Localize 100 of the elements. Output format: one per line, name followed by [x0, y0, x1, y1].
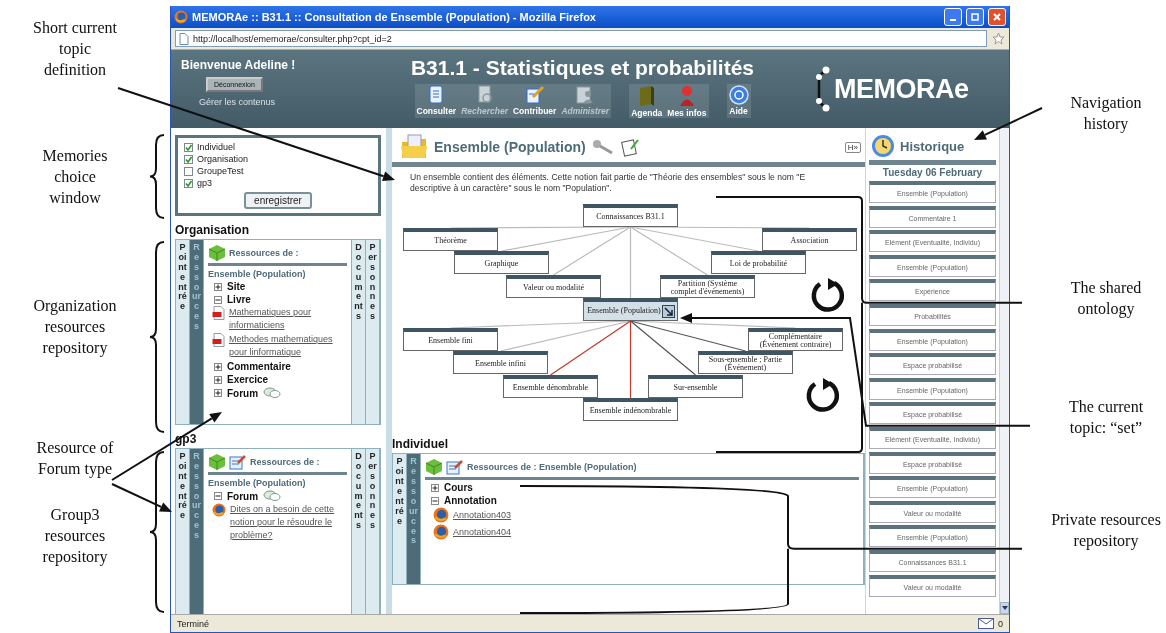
vertical-tab[interactable]: Point entrée [393, 454, 407, 585]
repository-title: Individuel [392, 437, 449, 452]
resource-link[interactable]: Annotation404 [453, 525, 512, 539]
mail-icon [978, 618, 994, 629]
checkbox[interactable] [184, 178, 193, 188]
concept-node[interactable]: Graphique [454, 251, 549, 275]
resource-link[interactable]: Annotation403 [453, 508, 512, 522]
tree-label[interactable]: Cours [444, 482, 473, 494]
resource-link[interactable]: Dites on a besoin de cette notion pour le résoudre le problème? [230, 503, 347, 543]
manage-link[interactable]: Gérer les contenus [199, 97, 276, 107]
cube-icon [208, 453, 226, 471]
tree-label[interactable]: Forum [227, 387, 259, 399]
vertical-tab[interactable]: Documents [352, 240, 366, 424]
resource-link[interactable]: Mathematiques pour informaticiens [229, 306, 347, 333]
annotation-label: Memories choice window [41, 146, 109, 208]
toolbar-button[interactable]: Agenda [630, 85, 664, 118]
expand-toggle[interactable] [214, 492, 222, 500]
history-date: Tuesday 06 February [881, 166, 984, 180]
scrollbar[interactable] [999, 128, 1009, 614]
vertical-tab[interactable]: Personnes [366, 449, 380, 614]
concept-node[interactable]: Ensemble dénombrable [503, 375, 598, 399]
concept-node[interactable]: Sous-ensemble ; Partie (Événement) [698, 351, 793, 375]
checkbox[interactable] [184, 166, 193, 176]
toolbar-button[interactable]: Contribuer [511, 85, 558, 118]
tree-label[interactable]: Commentaire [227, 361, 291, 373]
concept-node[interactable]: Ensemble fini [403, 328, 498, 352]
concept-node[interactable]: Théorème [403, 228, 498, 252]
maximize-icon [971, 13, 979, 21]
tree-label[interactable]: Site [227, 281, 246, 292]
globe-icon [433, 524, 449, 541]
save-button[interactable]: enregistrer [244, 192, 312, 209]
resources-heading: Ressources de : [250, 457, 320, 467]
maximize-button[interactable] [966, 8, 984, 26]
concept-name: Ensemble (Population) [208, 269, 307, 279]
checkbox-label: GroupeTest [197, 166, 244, 176]
resource-link[interactable]: Methodes mathematiques pour linformatique [229, 333, 347, 360]
edit-document-icon [446, 459, 464, 476]
down-arrow-icon[interactable] [1001, 606, 1008, 610]
resources-heading: Ressources de : Ensemble (Population) [467, 462, 637, 473]
concept-node[interactable]: Association [762, 228, 857, 252]
history-title: Historique [900, 138, 965, 154]
page-icon [179, 32, 189, 45]
annotation-label: Navigation history [1069, 93, 1143, 135]
toolbar-button[interactable]: Consulter [415, 85, 458, 118]
document-icon [427, 85, 446, 105]
minimize-button[interactable] [944, 8, 962, 26]
concept-node[interactable]: Connaissances B31.1 [583, 204, 678, 228]
person-document-icon [575, 85, 596, 105]
concept-node[interactable]: Loi de probabilité [711, 251, 806, 275]
concept-node[interactable]: Complémentaire (Événement contraire) [748, 328, 843, 352]
annotation-label: Organization resources repository [32, 296, 118, 359]
corner-arrow-icon[interactable] [662, 305, 675, 319]
expand-toggle[interactable] [214, 389, 222, 398]
notepad-icon[interactable] [619, 137, 640, 157]
concept-node[interactable]: Valeur ou modalité [506, 275, 601, 299]
star-icon[interactable] [992, 32, 1005, 45]
tree-label[interactable]: Exercice [227, 374, 269, 386]
expand-toggle[interactable] [431, 483, 439, 492]
annotation-label: The current topic: “set” [1067, 397, 1145, 439]
key-icon[interactable] [591, 139, 614, 155]
close-button[interactable] [988, 8, 1006, 26]
page-title: B31.1 - Statistiques et probabilités [410, 56, 755, 80]
person-icon [677, 85, 696, 107]
concept-node[interactable]: Ensemble indénombrable [583, 398, 678, 422]
leader-arrow [974, 107, 1043, 140]
checkbox[interactable] [184, 142, 193, 152]
toolbar-button[interactable]: Mes infos [666, 85, 708, 118]
concept-node[interactable]: Partition (Système complet d'événements) [660, 275, 755, 299]
tree-label[interactable]: Annotation [444, 495, 497, 507]
toolbar-button[interactable]: Aide [727, 85, 750, 118]
tree-label[interactable]: Forum [227, 490, 259, 502]
address-field[interactable]: http://localhost/ememorae/consulter.php?cpt_id=2 [175, 30, 987, 47]
definition-text: Un ensemble contient des éléments. Cette notion fait partie de "Théorie des ensembles" sous le nom "E [409, 172, 807, 184]
clock-icon [871, 134, 895, 158]
tree-label[interactable]: Livre [227, 294, 251, 305]
checkbox-label: Individuel [197, 142, 236, 152]
concept-node[interactable]: Ensemble infini [453, 351, 548, 375]
concept-node[interactable]: Sur-ensemble [648, 375, 743, 399]
expand-toggle[interactable] [214, 295, 222, 304]
expand-toggle[interactable] [431, 496, 439, 505]
expand-toggle[interactable] [214, 362, 222, 371]
annotation-label: Group3 resources repository [41, 505, 109, 568]
definition-text: descriptive à un caractère" sous le nom "Population". [409, 183, 613, 195]
mail-count: 0 [998, 618, 1003, 629]
concept-node[interactable]: Ensemble (Population) [583, 298, 678, 322]
checkbox[interactable] [184, 154, 193, 164]
help-icon [728, 85, 749, 105]
logo-text: MEMORAe [834, 73, 969, 105]
status-text: Terminé [177, 618, 210, 629]
greeting: Bienvenue Adeline ! [181, 58, 296, 72]
folder-icon [400, 134, 428, 160]
vertical-tab[interactable]: Point entrée [176, 449, 190, 614]
vertical-tab[interactable]: Personnes [366, 240, 380, 424]
repository-title: gp3 [175, 432, 198, 446]
speech-bubbles-icon [263, 387, 282, 400]
vertical-tab[interactable]: Documents [352, 449, 366, 614]
history-toggle-button[interactable]: H» [844, 141, 861, 153]
expand-toggle[interactable] [214, 282, 222, 291]
expand-toggle[interactable] [214, 375, 222, 384]
vertical-tab[interactable]: Point entrée [176, 240, 190, 424]
